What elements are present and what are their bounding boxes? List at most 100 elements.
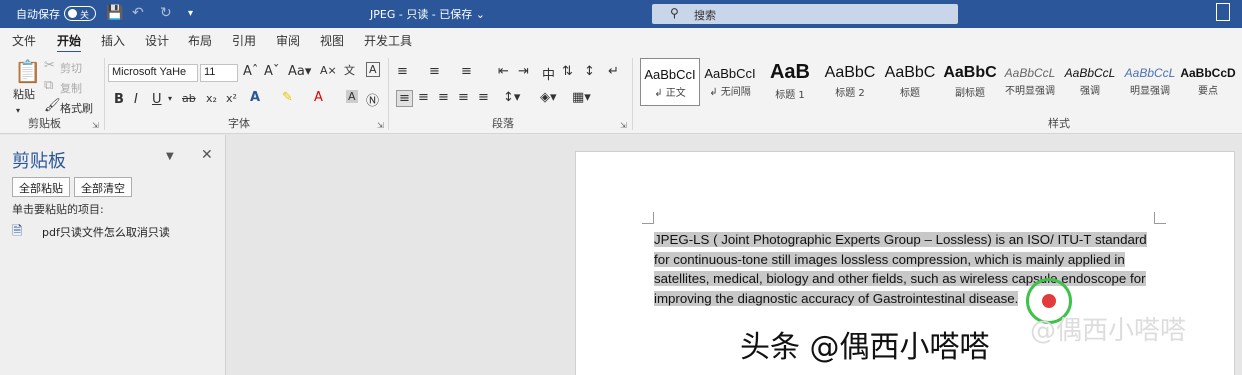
style-heading-1[interactable]: AaB 标题 1: [760, 58, 820, 106]
bullets-icon[interactable]: ≡: [397, 64, 408, 79]
clipboard-item[interactable]: 🗎 pdf只读文件怎么取消只读: [12, 222, 212, 242]
style-sample: AaBbCcL: [1124, 66, 1176, 80]
chinese-layout-icon[interactable]: 中: [542, 64, 555, 83]
align-right-icon[interactable]: ≡: [438, 90, 449, 105]
style-heading-2[interactable]: AaBbC 标题 2: [820, 58, 880, 106]
multilevel-list-icon[interactable]: ≡: [461, 64, 472, 79]
save-icon[interactable]: 💾: [106, 5, 123, 21]
style-name: 强调: [1080, 86, 1100, 97]
format-painter-button[interactable]: 格式刷: [60, 100, 93, 116]
copy-icon: ⧉: [44, 78, 54, 93]
style-emphasis[interactable]: AaBbCcL 强调: [1060, 58, 1120, 106]
font-launcher-icon[interactable]: ⇲: [377, 121, 384, 130]
grow-font-icon[interactable]: Aˆ: [243, 64, 258, 79]
sort-icon[interactable]: ↕: [584, 64, 595, 79]
tab-review[interactable]: 审阅: [276, 32, 300, 49]
selected-text[interactable]: JPEG-LS ( Joint Photographic Experts Gro…: [654, 232, 1147, 306]
tab-view[interactable]: 视图: [320, 32, 344, 49]
enclose-char-icon[interactable]: Ⓝ: [366, 90, 379, 109]
borders-icon[interactable]: ▦▾: [572, 90, 591, 105]
style-subtle-emphasis[interactable]: AaBbCcL 不明显强调: [1000, 58, 1060, 106]
ribbon-tabs: 文件 开始 插入 设计 布局 引用 审阅 视图 开发工具: [0, 28, 1242, 53]
close-icon[interactable]: ✕: [201, 147, 213, 163]
redo-icon[interactable]: ↻: [160, 5, 172, 21]
align-center-icon[interactable]: ≡: [418, 90, 429, 105]
font-group-label: 字体: [228, 117, 250, 130]
phonetic-guide-icon[interactable]: 文: [344, 62, 355, 78]
text-effects-icon[interactable]: A: [250, 90, 260, 105]
paragraph-spacing-icon[interactable]: ↕▾: [503, 90, 520, 105]
font-name-combo[interactable]: Microsoft YaHe: [108, 64, 198, 82]
line-spacing-icon[interactable]: ⇅: [562, 64, 573, 79]
paste-icon[interactable]: 📋: [14, 60, 41, 85]
style-no-spacing[interactable]: AaBbCcI ↲ 无间隔: [700, 58, 760, 106]
strikethrough-icon[interactable]: ab: [182, 92, 196, 105]
style-normal[interactable]: AaBbCcI ↲ 正文: [640, 58, 700, 106]
tab-insert[interactable]: 插入: [101, 32, 125, 49]
undo-icon[interactable]: ↶: [132, 5, 144, 21]
char-shading-icon[interactable]: A: [346, 90, 358, 103]
crop-mark: [642, 212, 654, 224]
shading-icon[interactable]: ◈▾: [540, 90, 557, 105]
tab-developer[interactable]: 开发工具: [364, 32, 412, 49]
align-left-icon[interactable]: ≡: [396, 90, 413, 107]
change-case-icon[interactable]: Aa▾: [288, 64, 311, 79]
style-intense-emphasis[interactable]: AaBbCcL 明显强调: [1120, 58, 1180, 106]
paste-button[interactable]: 粘贴: [13, 86, 35, 102]
justify-icon[interactable]: ≡: [458, 90, 469, 105]
cut-icon: ✂: [44, 58, 55, 73]
underline-icon[interactable]: U: [152, 92, 162, 107]
style-strong[interactable]: AaBbCcD 要点: [1178, 58, 1238, 106]
numbering-icon[interactable]: ≡: [429, 64, 440, 79]
subscript-icon[interactable]: x₂: [206, 92, 217, 105]
font-size-combo[interactable]: 11: [200, 64, 238, 82]
search-box[interactable]: ⚲ 搜索: [652, 4, 958, 24]
search-label: 搜索: [694, 9, 716, 22]
style-name: ↲ 正文: [654, 88, 686, 99]
underline-dropdown-icon[interactable]: ▾: [168, 94, 172, 103]
font-color-icon[interactable]: A: [314, 90, 323, 105]
autosave-label: 自动保存: [16, 8, 60, 21]
bold-icon[interactable]: B: [114, 92, 124, 107]
distributed-icon[interactable]: ≡: [478, 90, 489, 105]
format-painter-icon: 🖌: [44, 98, 61, 113]
document-title[interactable]: JPEG - 只读 - 已保存 ⌄: [370, 6, 485, 22]
cut-button[interactable]: 剪切: [60, 60, 82, 76]
style-subtitle[interactable]: AaBbC 副标题: [940, 58, 1000, 106]
tab-file[interactable]: 文件: [12, 32, 36, 49]
italic-icon[interactable]: I: [134, 92, 138, 107]
copy-button[interactable]: 复制: [60, 80, 82, 96]
pane-options-icon[interactable]: ▼: [166, 151, 174, 162]
clipboard-launcher-icon[interactable]: ⇲: [92, 121, 99, 130]
tab-home[interactable]: 开始: [57, 32, 82, 53]
tab-design[interactable]: 设计: [145, 32, 169, 49]
style-title[interactable]: AaBbC 标题: [880, 58, 940, 106]
show-marks-icon[interactable]: ↵: [608, 64, 619, 79]
customize-qat-icon[interactable]: ▾: [188, 8, 193, 19]
char-border-icon[interactable]: A: [366, 62, 380, 77]
clipboard-item-label: pdf只读文件怎么取消只读: [42, 226, 170, 239]
shrink-font-icon[interactable]: Aˇ: [264, 64, 279, 79]
style-sample: AaB: [769, 61, 810, 83]
paragraph-launcher-icon[interactable]: ⇲: [620, 121, 627, 130]
highlight-icon[interactable]: ✎: [282, 90, 293, 105]
paste-dropdown-icon[interactable]: ▾: [16, 106, 20, 115]
style-name: 标题 1: [775, 90, 805, 101]
toggle-knob: [68, 9, 77, 18]
document-paragraph[interactable]: JPEG-LS ( Joint Photographic Experts Gro…: [654, 230, 1154, 308]
decrease-indent-icon[interactable]: ⇤: [498, 64, 509, 79]
clear-all-button[interactable]: 全部清空: [74, 177, 132, 197]
watermark: 头条 @偶西小嗒嗒: [740, 330, 990, 365]
increase-indent-icon[interactable]: ⇥: [518, 64, 529, 79]
superscript-icon[interactable]: x²: [226, 92, 237, 105]
watermark-ghost: @偶西小嗒嗒: [1030, 316, 1187, 346]
cursor-dot: [1042, 294, 1056, 308]
paragraph-group-label: 段落: [492, 117, 514, 130]
paste-all-button[interactable]: 全部粘贴: [12, 177, 70, 197]
window-button[interactable]: [1216, 3, 1230, 21]
autosave-toggle[interactable]: 关: [64, 6, 96, 21]
clear-format-icon[interactable]: A⨯: [320, 64, 337, 77]
pane-title: 剪贴板: [12, 151, 66, 172]
tab-references[interactable]: 引用: [232, 32, 256, 49]
tab-layout[interactable]: 布局: [188, 32, 212, 49]
